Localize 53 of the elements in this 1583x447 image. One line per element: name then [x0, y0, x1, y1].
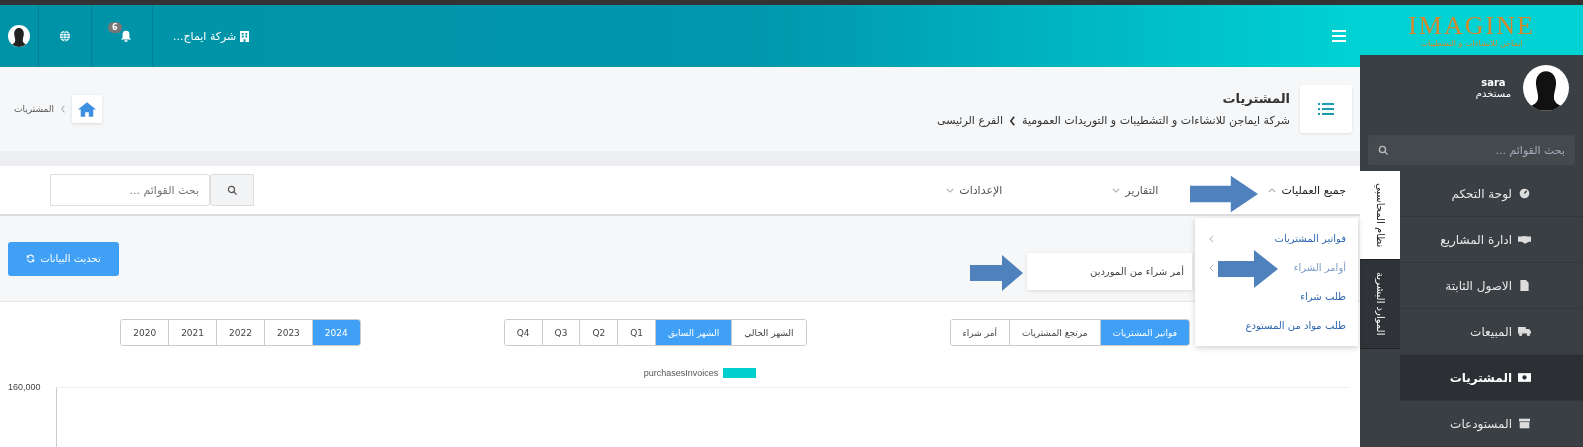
sidebar-search-field[interactable]: بحث القوائم ...	[1368, 135, 1575, 165]
system-tab[interactable]: نظام المحاسبي	[1360, 171, 1400, 260]
caret-icon	[1268, 187, 1277, 193]
search-icon	[226, 184, 238, 196]
list-icon	[1318, 103, 1334, 115]
breadcrumb-link[interactable]: الفرع الرئيسى	[937, 114, 1003, 127]
page-title: المشتريات	[1221, 91, 1290, 106]
menu-icon[interactable]	[1332, 30, 1346, 42]
home-icon	[77, 101, 96, 117]
dropdown-item[interactable]: طلب مواد من المستودع	[1195, 311, 1358, 340]
sidebar-item[interactable]: المستودعات	[1400, 401, 1583, 447]
breadcrumb-link[interactable]: شركة ايماجن للانشاءات و التشطيبات و التوريدات العمومية	[1022, 114, 1290, 127]
archive-icon	[1518, 418, 1531, 429]
bell-icon[interactable]	[120, 30, 132, 42]
filter-button[interactable]: الشهر الحالي	[731, 320, 806, 345]
home-button[interactable]	[71, 95, 102, 123]
file-icon	[1518, 280, 1531, 291]
user-role: مستخدم	[1475, 88, 1511, 99]
building-icon	[240, 30, 250, 42]
dashboard-icon	[1518, 188, 1531, 199]
user-name: sara	[1481, 77, 1506, 88]
handshake-icon	[1518, 234, 1531, 245]
search-icon	[1378, 145, 1389, 156]
banknote-icon	[1518, 372, 1531, 383]
avatar-icon[interactable]	[8, 25, 30, 47]
chevron-icon	[59, 105, 66, 113]
caret-icon	[1112, 187, 1121, 193]
dropdown-item[interactable]: فواتير المشتريات	[1195, 224, 1358, 253]
chevron-icon	[1009, 115, 1016, 126]
nav-menu-item[interactable]: الإعدادات	[946, 183, 1003, 197]
menu-search-field[interactable]: بحث القوائم ...	[50, 174, 210, 206]
submenu-item[interactable]: أمر شراء من الموردين	[1027, 253, 1192, 290]
caret-icon	[946, 187, 955, 193]
sidebar-item[interactable]: المشتريات	[1400, 355, 1583, 401]
nav-menu-item[interactable]: جميع العمليات	[1268, 183, 1346, 197]
list-icon-box[interactable]	[1300, 85, 1352, 133]
y-axis-label: 160,000	[8, 381, 42, 394]
legend-label: purchasesInvoices	[643, 368, 719, 378]
annotation-arrow	[1190, 175, 1258, 213]
truck-icon	[1518, 326, 1531, 337]
dropdown-item[interactable]: طلب شراء	[1195, 282, 1358, 311]
search-button[interactable]	[210, 174, 254, 206]
refresh-icon	[26, 254, 36, 263]
annotation-arrow	[970, 255, 1023, 291]
breadcrumb-item: المشتريات	[14, 104, 54, 114]
avatar-icon	[1523, 65, 1569, 111]
globe-icon[interactable]	[59, 30, 71, 42]
system-tab[interactable]: الموارد البشرية	[1360, 260, 1400, 349]
logo-wordmark: IMAGINE	[1408, 12, 1535, 39]
annotation-arrow	[1218, 250, 1278, 288]
logo-tagline: ايماجن للانشاءات و التشطيبات	[1420, 38, 1523, 48]
nav-menu-item[interactable]: التقارير	[1112, 183, 1159, 197]
notification-count: 6	[108, 22, 122, 33]
